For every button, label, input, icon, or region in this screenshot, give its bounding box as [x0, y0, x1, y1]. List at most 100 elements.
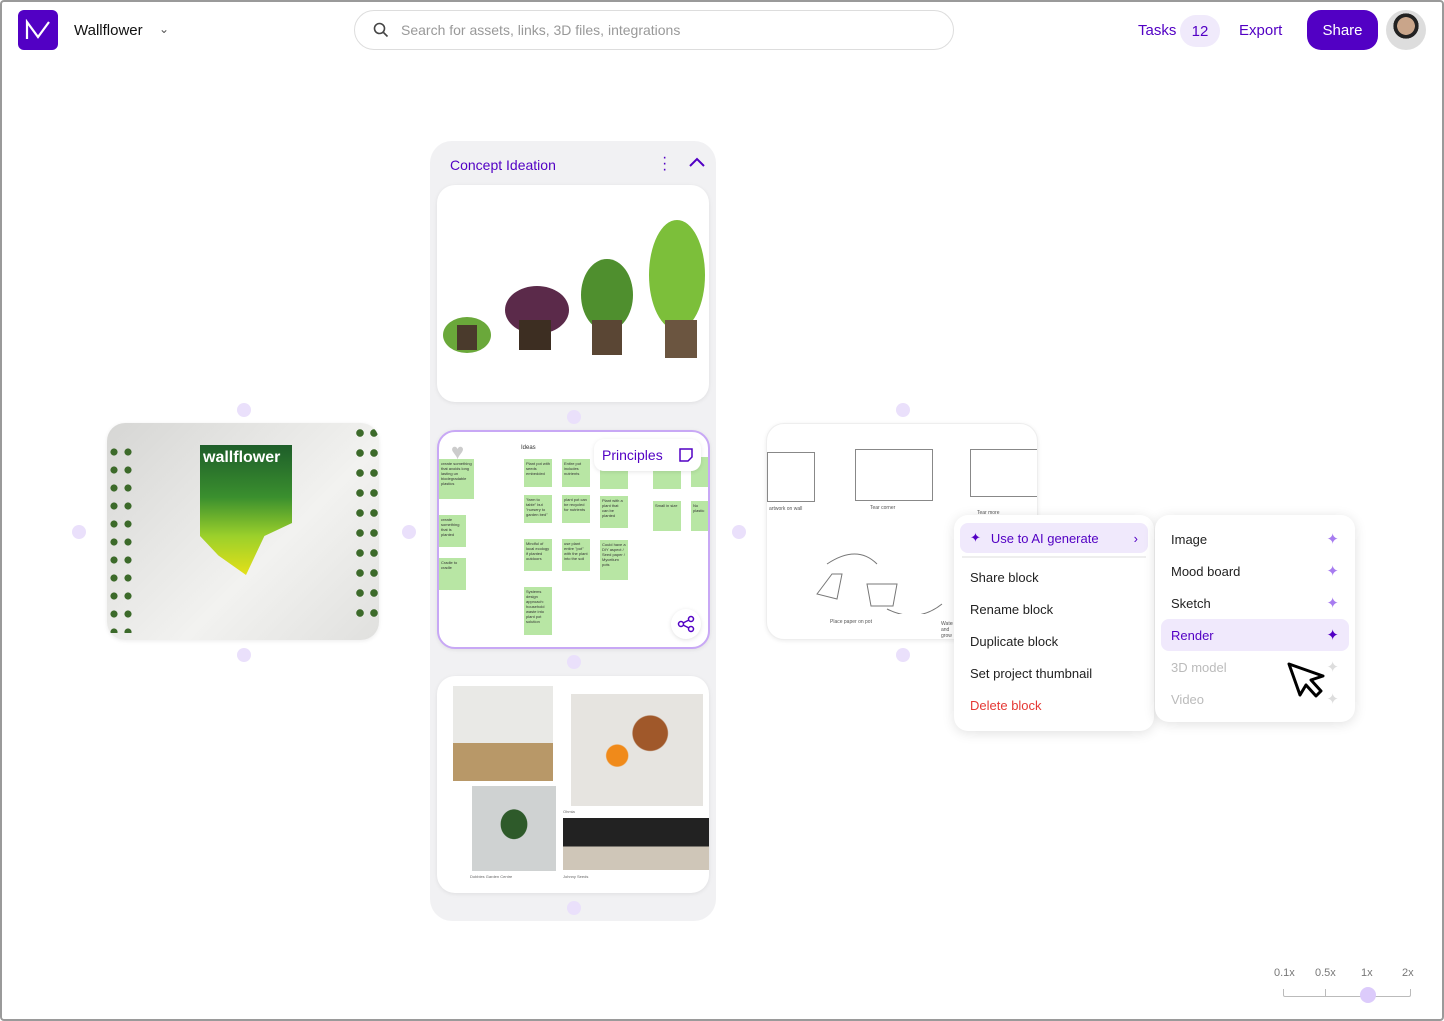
menu-item-label: Use to AI generate [990, 530, 1099, 546]
tasks-link[interactable]: Tasks [1138, 22, 1176, 39]
sticky-note: Plant with a plant that can be planted [600, 496, 628, 528]
app-logo[interactable] [18, 10, 58, 50]
sticky-note: Could have a DIY aspect / Seed paper / M… [600, 540, 628, 580]
chevron-down-icon[interactable]: ⌄ [159, 22, 169, 36]
export-button[interactable]: Export [1239, 22, 1282, 39]
search-input[interactable] [401, 22, 901, 38]
block-context-menu: ✦ Use to AI generate › Share block Renam… [954, 515, 1154, 731]
menu-item-share-block[interactable]: Share block [960, 561, 1148, 593]
sketch-drawing [816, 553, 943, 614]
moodboard-image [453, 686, 553, 781]
share-button[interactable]: Share [1307, 10, 1378, 50]
menu-item-delete-block[interactable]: Delete block [960, 689, 1148, 721]
submenu-label: Image [1171, 531, 1208, 547]
connector-dot[interactable] [72, 525, 86, 539]
more-options-icon[interactable]: · · · [662, 150, 668, 178]
principles-text: Principles [602, 447, 663, 463]
tasks-count-badge[interactable]: 12 [1180, 15, 1220, 47]
sparkle-icon: ✦ [1326, 659, 1339, 676]
sketch-frame [767, 452, 815, 502]
sparkle-icon: ✦ [1326, 595, 1339, 612]
board-heading: Ideas [521, 445, 536, 451]
moodboard-image [571, 694, 703, 806]
connector-dot[interactable] [567, 655, 581, 669]
sticky-note: Mindful of local ecology if planted outd… [524, 539, 552, 571]
poster-title: wallflower [203, 449, 281, 466]
sticky-note: "farm to table" but "nursery to garden b… [524, 495, 552, 523]
connector-dot[interactable] [567, 901, 581, 915]
menu-divider [962, 556, 1146, 558]
menu-item-ai-generate[interactable]: ✦ Use to AI generate › [960, 523, 1148, 553]
sparkle-icon: ✦ [1326, 563, 1339, 580]
zoom-slider-track[interactable] [1283, 989, 1411, 997]
submenu-item-sketch[interactable]: Sketch ✦ [1161, 587, 1349, 619]
connector-dot[interactable] [732, 525, 746, 539]
sticky-note: Systems design approach: household waste… [524, 587, 552, 635]
wallflower-poster-block[interactable]: wallflower [107, 423, 379, 640]
sketch-caption: artwork on wall [769, 506, 803, 512]
sticky-note: create something that is planted [439, 515, 466, 547]
ideas-board-block[interactable]: Ideas create something that avoids long … [437, 430, 710, 649]
ivy-decoration [107, 443, 137, 633]
image-caption: Johnny Seeds [563, 874, 589, 879]
plants-photo-block[interactable] [437, 185, 709, 402]
connector-dot[interactable] [567, 410, 581, 424]
ivy-decoration [353, 423, 379, 623]
column-title: Concept Ideation [450, 157, 556, 173]
mouse-cursor-icon [1287, 662, 1325, 698]
menu-item-duplicate-block[interactable]: Duplicate block [960, 625, 1148, 657]
search-icon [373, 22, 389, 38]
sticky-note: Cradle to cradle [439, 558, 466, 590]
moodboard-image [472, 786, 556, 871]
sticky-note: use plant entire "pot" with the plant in… [562, 539, 590, 571]
connector-dot[interactable] [237, 403, 251, 417]
submenu-label: Mood board [1171, 563, 1241, 579]
plants-image [443, 220, 705, 358]
moodboard-block[interactable]: Ohmia Dobbies Garden Centre Johnny Seeds [437, 676, 709, 893]
menu-item-set-thumbnail[interactable]: Set project thumbnail [960, 657, 1148, 689]
zoom-tick [1325, 989, 1326, 996]
image-caption: Ohmia [563, 809, 575, 814]
search-bar[interactable] [354, 10, 954, 50]
sticky-note: Plant pot with seeds embedded [524, 459, 552, 487]
moodboard-image [563, 818, 709, 870]
zoom-label[interactable]: 0.1x [1274, 967, 1295, 979]
zoom-label[interactable]: 0.5x [1315, 967, 1336, 979]
connector-dot[interactable] [896, 648, 910, 662]
zoom-label[interactable]: 2x [1402, 967, 1414, 979]
chevron-up-icon[interactable] [688, 156, 706, 168]
sparkle-icon: ✦ [970, 530, 981, 545]
connector-dot[interactable] [237, 648, 251, 662]
submenu-item-mood-board[interactable]: Mood board ✦ [1161, 555, 1349, 587]
submenu-item-render[interactable]: Render ✦ [1161, 619, 1349, 651]
avatar[interactable] [1386, 10, 1426, 50]
connector-dot[interactable] [896, 403, 910, 417]
sticky-note: No plastic [691, 501, 708, 531]
zoom-slider-handle[interactable] [1360, 987, 1376, 1003]
principles-label[interactable]: Principles [594, 439, 701, 471]
sketch-caption: Place paper on pot [830, 619, 872, 625]
zoom-label[interactable]: 1x [1361, 967, 1373, 979]
sparkle-icon: ✦ [1326, 691, 1339, 708]
sketch-frame [855, 449, 933, 501]
image-caption: Dobbies Garden Centre [470, 874, 513, 879]
submenu-item-image[interactable]: Image ✦ [1161, 523, 1349, 555]
submenu-label: Render [1171, 627, 1214, 643]
sticky-note: Entire pot includes nutrients [562, 459, 590, 487]
sparkle-icon: ✦ [1326, 627, 1339, 644]
chevron-right-icon: › [1133, 530, 1138, 546]
submenu-label: 3D model [1171, 659, 1227, 675]
share-network-icon [677, 615, 695, 633]
sketch-caption: Water and grow [941, 621, 953, 639]
sticky-note: plant pot can be recycled for nutrients [562, 495, 590, 523]
menu-item-rename-block[interactable]: Rename block [960, 593, 1148, 625]
share-network-button[interactable] [671, 609, 701, 639]
sketch-caption: Tear corner [870, 505, 896, 511]
sketch-frame [970, 449, 1037, 497]
connector-dot[interactable] [402, 525, 416, 539]
heart-icon[interactable]: ♥ [451, 441, 473, 463]
submenu-label: Video [1171, 691, 1205, 707]
project-name[interactable]: Wallflower [74, 22, 143, 39]
sticky-note: Small in size [653, 501, 681, 531]
sparkle-icon: ✦ [1326, 531, 1339, 548]
